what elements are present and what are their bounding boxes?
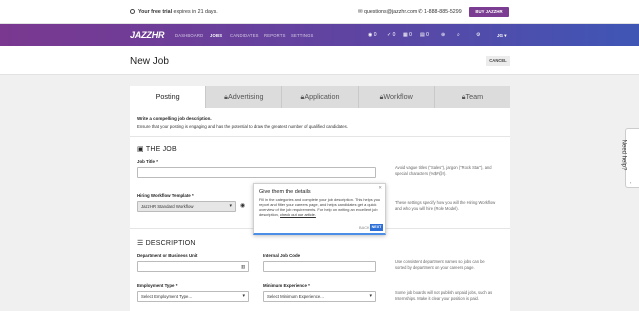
job-title-label: Job Title * bbox=[137, 159, 158, 164]
tab-team[interactable]: 🔒︎Team bbox=[434, 86, 511, 108]
preview-eye-icon[interactable]: ◉ bbox=[240, 202, 245, 209]
section-description: ☰ DESCRIPTION bbox=[137, 240, 196, 247]
department-label: Department or Business Unit bbox=[137, 253, 198, 258]
nav-candidates[interactable]: CANDIDATES bbox=[230, 33, 259, 38]
trial-bar: Your free trial expires in 21 days. ✉ qu… bbox=[0, 0, 639, 24]
main-nav: JAZZHR DASHBOARD JOBS CANDIDATES REPORTS… bbox=[0, 24, 639, 46]
nav-reports[interactable]: REPORTS bbox=[264, 33, 286, 38]
chevron-left-icon: ‹ bbox=[630, 180, 632, 185]
inbox-icon[interactable]: ▤ 0 bbox=[420, 32, 429, 38]
employment-help: Some job boards will not publish unpaid … bbox=[395, 290, 493, 301]
page-title: New Job bbox=[130, 56, 169, 67]
trial-notice: Your free trial expires in 21 days. bbox=[130, 9, 218, 15]
phone-number: ✆ 1-888-885-5299 bbox=[418, 9, 462, 15]
department-input[interactable]: ▥ bbox=[137, 261, 249, 272]
email-link[interactable]: ✉ questions@jazzhr.com bbox=[358, 9, 417, 15]
section-the-job: ▣ THE JOB bbox=[137, 146, 177, 153]
employment-type-label: Employment Type * bbox=[137, 283, 178, 288]
envelope-icon: ✉ bbox=[358, 9, 363, 15]
min-experience-label: Minimum Experience * bbox=[263, 283, 310, 288]
job-code-input[interactable] bbox=[263, 261, 376, 272]
page-header: New Job CANCEL bbox=[0, 46, 639, 75]
nav-settings[interactable]: SETTINGS bbox=[291, 33, 314, 38]
tab-workflow[interactable]: 🔒︎Workflow bbox=[358, 86, 435, 108]
search-icon[interactable]: ⌕ bbox=[457, 32, 460, 38]
employment-type-select[interactable]: Select Employment Type... bbox=[137, 291, 249, 302]
plus-icon[interactable]: ⊕ bbox=[441, 32, 445, 38]
workflow-help: These settings specify how you will the … bbox=[395, 200, 496, 211]
clock-icon bbox=[130, 9, 135, 14]
intro-body: Ensure that your posting is engaging and… bbox=[137, 124, 348, 129]
min-experience-select[interactable]: Select Minimum Experience... bbox=[263, 291, 376, 302]
workflow-label: Hiring Workflow Template * bbox=[137, 193, 194, 198]
user-menu[interactable]: JG ▾ bbox=[497, 33, 507, 39]
list-icon: ☰ bbox=[137, 240, 144, 247]
job-code-label: Internal Job Code bbox=[263, 253, 301, 258]
workflow-select[interactable]: JazzHR Standard Workflow bbox=[137, 201, 236, 212]
eye-icon[interactable]: ◉ 0 bbox=[368, 32, 377, 38]
tab-advertising[interactable]: 🔒︎Advertising bbox=[206, 86, 283, 108]
tooltip-title: Give them the details bbox=[259, 189, 311, 195]
nav-jobs[interactable]: JOBS bbox=[210, 33, 222, 38]
onboarding-tooltip: ✕ Give them the details Fill in the cate… bbox=[253, 183, 386, 235]
phone-icon: ✆ bbox=[418, 9, 423, 15]
job-title-help: Avoid vague titles ("Sales"), jargon ("R… bbox=[395, 165, 492, 176]
check-icon[interactable]: ✓ 0 bbox=[387, 32, 395, 38]
need-help-widget[interactable]: Need help? ‹ bbox=[620, 128, 639, 188]
divider bbox=[130, 136, 510, 137]
gear-icon[interactable]: ⚙ bbox=[476, 32, 480, 38]
nav-dashboard[interactable]: DASHBOARD bbox=[175, 33, 203, 38]
job-tabs: Posting 🔒︎Advertising 🔒︎Application 🔒︎Wo… bbox=[130, 86, 511, 108]
tooltip-back-button[interactable]: BACK bbox=[359, 225, 370, 230]
jazzhr-logo[interactable]: JAZZHR bbox=[130, 30, 165, 40]
tab-application[interactable]: 🔒︎Application bbox=[282, 86, 359, 108]
calendar-icon[interactable]: ▦ 0 bbox=[403, 32, 412, 38]
close-icon[interactable]: ✕ bbox=[378, 185, 382, 191]
tooltip-next-button[interactable]: NEXT bbox=[370, 224, 383, 231]
briefcase-icon: ▣ bbox=[137, 146, 144, 153]
intro-title: Write a compelling job description. bbox=[137, 116, 212, 121]
article-link[interactable]: check out our article. bbox=[280, 212, 316, 217]
job-title-input[interactable] bbox=[137, 167, 376, 178]
department-help: Use consistent department names so jobs … bbox=[395, 259, 485, 270]
buy-button[interactable]: BUY JAZZHR bbox=[469, 7, 509, 17]
cancel-button[interactable]: CANCEL bbox=[486, 56, 510, 66]
tooltip-body: Fill in the categories and complete your… bbox=[259, 197, 381, 217]
building-icon: ▥ bbox=[240, 264, 245, 269]
tab-posting[interactable]: Posting bbox=[130, 86, 207, 108]
